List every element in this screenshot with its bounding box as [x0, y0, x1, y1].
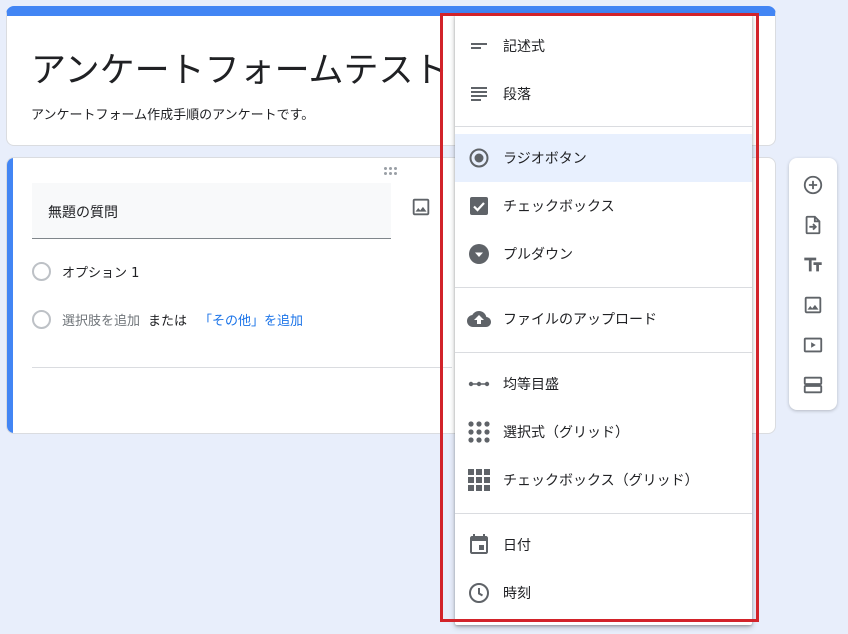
menu-item-date[interactable]: 日付: [455, 521, 752, 569]
menu-item-checkboxes[interactable]: チェックボックス: [455, 182, 752, 230]
short-text-icon: [467, 34, 491, 58]
menu-item-label: 日付: [503, 538, 531, 554]
add-image-icon[interactable]: [410, 196, 432, 218]
menu-item-checkbox-grid[interactable]: チェックボックス（グリッド）: [455, 456, 752, 504]
question-type-menu: 記述式 段落 ラジオボタン チェックボックス プルダウン ファイルのアップロード: [455, 14, 752, 625]
option-row[interactable]: オプション 1: [32, 259, 139, 283]
menu-item-label: 時刻: [503, 586, 531, 602]
paragraph-icon: [467, 82, 491, 106]
add-image-icon[interactable]: [801, 293, 825, 317]
linear-scale-icon: [467, 372, 491, 396]
radio-button-icon: [467, 146, 491, 170]
menu-item-label: チェックボックス（グリッド）: [503, 473, 699, 489]
question-title-text: 無題の質問: [48, 205, 118, 221]
divider: [32, 367, 452, 368]
checkbox-icon: [467, 194, 491, 218]
menu-item-label: チェックボックス: [503, 199, 615, 215]
import-questions-icon[interactable]: [801, 213, 825, 237]
menu-item-short-answer[interactable]: 記述式: [455, 22, 752, 70]
form-description[interactable]: アンケートフォーム作成手順のアンケートです。: [31, 104, 314, 123]
clock-icon: [467, 581, 491, 605]
dropdown-icon: [467, 242, 491, 266]
form-title[interactable]: アンケートフォームテスト: [31, 42, 449, 93]
question-title-input[interactable]: 無題の質問: [32, 183, 391, 239]
option-label[interactable]: オプション 1: [62, 262, 139, 281]
menu-item-label: ラジオボタン: [503, 151, 587, 167]
cloud-upload-icon: [467, 307, 491, 331]
menu-item-label: 記述式: [503, 39, 545, 55]
calendar-icon: [467, 533, 491, 557]
radio-circle-icon: [32, 261, 51, 281]
add-option-button[interactable]: 選択肢を追加: [62, 310, 140, 329]
menu-separator: [455, 287, 752, 288]
add-video-icon[interactable]: [801, 333, 825, 357]
radio-circle-icon: [32, 309, 51, 329]
grid-squares-icon: [467, 468, 491, 492]
menu-item-dropdown[interactable]: プルダウン: [455, 230, 752, 278]
menu-separator: [455, 513, 752, 514]
or-text: または: [148, 313, 188, 329]
menu-item-linear-scale[interactable]: 均等目盛: [455, 360, 752, 408]
menu-item-label: 均等目盛: [503, 377, 559, 393]
add-option-row[interactable]: 選択肢を追加 または 「その他」を追加: [32, 307, 303, 331]
menu-item-label: ファイルのアップロード: [503, 312, 657, 328]
grid-dots-icon: [467, 420, 491, 444]
add-title-icon[interactable]: [801, 253, 825, 277]
menu-item-multiple-choice[interactable]: ラジオボタン: [455, 134, 752, 182]
drag-handle-icon[interactable]: [384, 167, 397, 175]
add-question-icon[interactable]: [801, 173, 825, 197]
menu-item-time[interactable]: 時刻: [455, 569, 752, 617]
menu-item-multiple-choice-grid[interactable]: 選択式（グリッド）: [455, 408, 752, 456]
add-other-button[interactable]: 「その他」を追加: [199, 310, 303, 329]
menu-item-label: プルダウン: [503, 247, 573, 263]
menu-separator: [455, 126, 752, 127]
add-section-icon[interactable]: [801, 373, 825, 397]
menu-item-paragraph[interactable]: 段落: [455, 70, 752, 118]
menu-separator: [455, 352, 752, 353]
menu-item-file-upload[interactable]: ファイルのアップロード: [455, 295, 752, 343]
active-card-indicator: [7, 158, 13, 433]
menu-item-label: 段落: [503, 87, 531, 103]
menu-item-label: 選択式（グリッド）: [503, 425, 629, 441]
side-toolbar: [789, 158, 837, 410]
